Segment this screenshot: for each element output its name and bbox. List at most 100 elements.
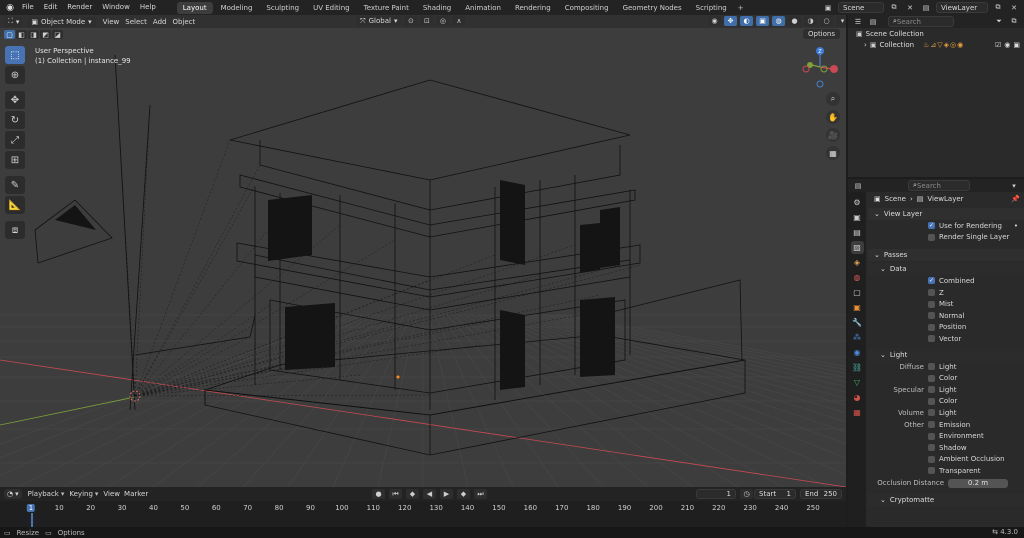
render-single-layer-row[interactable]: Render Single Layer xyxy=(868,232,1024,244)
timeline-menu-marker[interactable]: Marker xyxy=(122,490,150,498)
timeline-menu-view[interactable]: View xyxy=(101,490,122,498)
gizmo-neg-y[interactable] xyxy=(820,65,828,73)
new-collection-icon[interactable]: ⧉ xyxy=(1008,16,1020,27)
next-key-icon[interactable]: ◆ xyxy=(457,489,470,499)
diffuse-color-checkbox[interactable] xyxy=(928,374,935,382)
viewport-menu-view[interactable]: View xyxy=(100,18,123,26)
proportional-edit-icon[interactable]: ◎ xyxy=(436,16,450,26)
pivot-icon[interactable]: ⊙ xyxy=(404,16,418,26)
tab-uv-editing[interactable]: UV Editing xyxy=(307,2,356,14)
world-tab-icon[interactable]: ◍ xyxy=(851,271,864,284)
timeline-editor[interactable]: ◔ ▾ Playback ▾ Keying ▾ View Marker ● ⏮ ◆ ◀ ▶ … xyxy=(0,487,846,527)
specular-light-checkbox[interactable] xyxy=(928,386,935,394)
options-button[interactable]: Options xyxy=(802,29,840,39)
cryptomatte-subpanel-header[interactable]: ⌄ Cryptomatte xyxy=(868,493,1024,506)
viewport-scene[interactable] xyxy=(0,15,846,487)
move-icon[interactable]: ✥ xyxy=(5,91,25,109)
occlusion-distance-row[interactable]: Occlusion Distance 0.2 m xyxy=(868,477,1024,490)
perspective-grid-icon[interactable]: ▦ xyxy=(826,146,840,160)
render-single-layer-checkbox[interactable] xyxy=(928,233,935,241)
tab-scripting[interactable]: Scripting xyxy=(690,2,733,14)
properties-editor-icon[interactable]: ▤ xyxy=(852,180,864,191)
playhead[interactable] xyxy=(31,513,33,527)
jump-end-icon[interactable]: ⏭ xyxy=(474,489,487,499)
outliner-panel[interactable]: ☰ ▤ ⌕ Search ⏷ ⧉ ▣ Scene Collection › ▣ … xyxy=(846,15,1024,177)
tab-animation[interactable]: Animation xyxy=(459,2,507,14)
view-layer-panel-header[interactable]: ⌄ View Layer xyxy=(868,208,1024,220)
material-shading-icon[interactable]: ◑ xyxy=(804,16,817,26)
transform-icon[interactable]: ⊞ xyxy=(5,151,25,169)
pin-icon[interactable]: 📌 xyxy=(1011,195,1024,203)
viewport-menu-select[interactable]: Select xyxy=(122,18,150,26)
render-tab-icon[interactable]: ▣ xyxy=(851,211,864,224)
diffuse-light-checkbox[interactable] xyxy=(928,363,935,371)
tab-compositing[interactable]: Compositing xyxy=(559,2,615,14)
pan-hand-icon[interactable]: ✋ xyxy=(826,110,840,124)
data-subpanel-header[interactable]: ⌄ Data xyxy=(868,263,1024,276)
tab-shading[interactable]: Shading xyxy=(417,2,457,14)
orientation-selector[interactable]: ⤧ Global ▾ xyxy=(356,16,402,26)
editor-type-button[interactable]: ⛶ ▾ xyxy=(4,16,24,27)
eye-icon[interactable]: ◉ xyxy=(1004,41,1010,49)
current-frame-field[interactable]: 1 xyxy=(696,489,736,499)
stopwatch-icon[interactable]: ◷ xyxy=(740,489,753,499)
menu-edit[interactable]: Edit xyxy=(39,0,63,15)
other-pass-row[interactable]: Shadow xyxy=(868,442,1024,454)
solid-shading-icon[interactable]: ● xyxy=(788,16,801,26)
select-extend-icon[interactable]: ◧ xyxy=(16,30,27,39)
pass-row-position[interactable]: Position xyxy=(868,322,1024,334)
view-layer-tab-icon[interactable]: ▨ xyxy=(850,241,864,254)
blender-logo-icon[interactable]: ◉ xyxy=(3,1,17,15)
volume-light-checkbox[interactable] xyxy=(928,409,935,417)
specular-light-row[interactable]: Specular Light xyxy=(868,384,1024,396)
passes-panel-header[interactable]: ⌄ Passes xyxy=(868,249,1024,262)
other-pass-checkbox[interactable] xyxy=(928,444,935,452)
pass-row-mist[interactable]: Mist xyxy=(868,298,1024,310)
measure-icon[interactable]: 📐 xyxy=(5,196,25,214)
gizmo-neg-x[interactable] xyxy=(802,65,810,73)
camera-view-icon[interactable]: 🎥 xyxy=(826,128,840,142)
other-pass-row[interactable]: Ambient Occlusion xyxy=(868,454,1024,466)
pass-row-combined[interactable]: ✓ Combined xyxy=(868,275,1024,287)
occlusion-distance-field[interactable]: 0.2 m xyxy=(948,478,1008,488)
options-dropdown-icon[interactable]: ▾ xyxy=(1008,180,1020,191)
other-pass-row[interactable]: Environment xyxy=(868,430,1024,442)
tab-modeling[interactable]: Modeling xyxy=(215,2,259,14)
add-workspace-button[interactable]: + xyxy=(733,4,749,12)
timeline-editor-type[interactable]: ◔ ▾ xyxy=(4,489,22,499)
annotate-icon[interactable]: ✎ xyxy=(5,176,25,194)
modifier-tab-icon[interactable]: 🔧 xyxy=(851,316,864,329)
timeline-menu-keying[interactable]: Keying xyxy=(67,490,95,498)
scale-icon[interactable]: ⤢ xyxy=(5,131,25,149)
physics-tab-icon[interactable]: ◉ xyxy=(851,346,864,359)
select-subtract-icon[interactable]: ◨ xyxy=(28,30,39,39)
collection-tab-icon[interactable]: ▢ xyxy=(851,286,864,299)
cursor-icon[interactable]: ⊕ xyxy=(5,66,25,84)
other-pass-checkbox[interactable] xyxy=(928,455,935,463)
pass-vector-checkbox[interactable] xyxy=(928,335,935,343)
volume-light-row[interactable]: Volume Light xyxy=(868,407,1024,419)
overlay-toggle-icon[interactable]: ◐ xyxy=(740,16,753,26)
viewport-menu-object[interactable]: Object xyxy=(169,18,198,26)
tab-rendering[interactable]: Rendering xyxy=(509,2,557,14)
select-box-icon[interactable]: ⬚ xyxy=(5,46,25,64)
specular-color-row[interactable]: Color xyxy=(868,396,1024,408)
keyframe-dot-icon[interactable]: • xyxy=(1014,222,1024,230)
texture-tab-icon[interactable]: ▦ xyxy=(851,406,864,419)
light-subpanel-header[interactable]: ⌄ Light xyxy=(868,348,1024,361)
new-scene-icon[interactable]: ⧉ xyxy=(888,2,900,13)
other-pass-checkbox[interactable] xyxy=(928,467,935,475)
expand-arrow-icon[interactable]: › xyxy=(864,41,867,49)
start-frame-field[interactable]: Start 1 xyxy=(754,489,796,499)
pass-mist-checkbox[interactable] xyxy=(928,300,935,308)
shading-options-icon[interactable]: ▾ xyxy=(836,16,846,26)
prev-key-icon[interactable]: ◆ xyxy=(406,489,419,499)
material-tab-icon[interactable]: ◕ xyxy=(851,391,864,404)
use-for-rendering-row[interactable]: ✓ Use for Rendering • xyxy=(868,220,1024,232)
camera-icon[interactable]: ▣ xyxy=(1013,41,1020,49)
pass-row-vector[interactable]: Vector xyxy=(868,333,1024,345)
menu-help[interactable]: Help xyxy=(135,0,161,15)
pass-position-checkbox[interactable] xyxy=(928,323,935,331)
tool-tab-icon[interactable]: ⚙ xyxy=(851,196,864,209)
scene-selector[interactable]: Scene xyxy=(838,2,884,13)
